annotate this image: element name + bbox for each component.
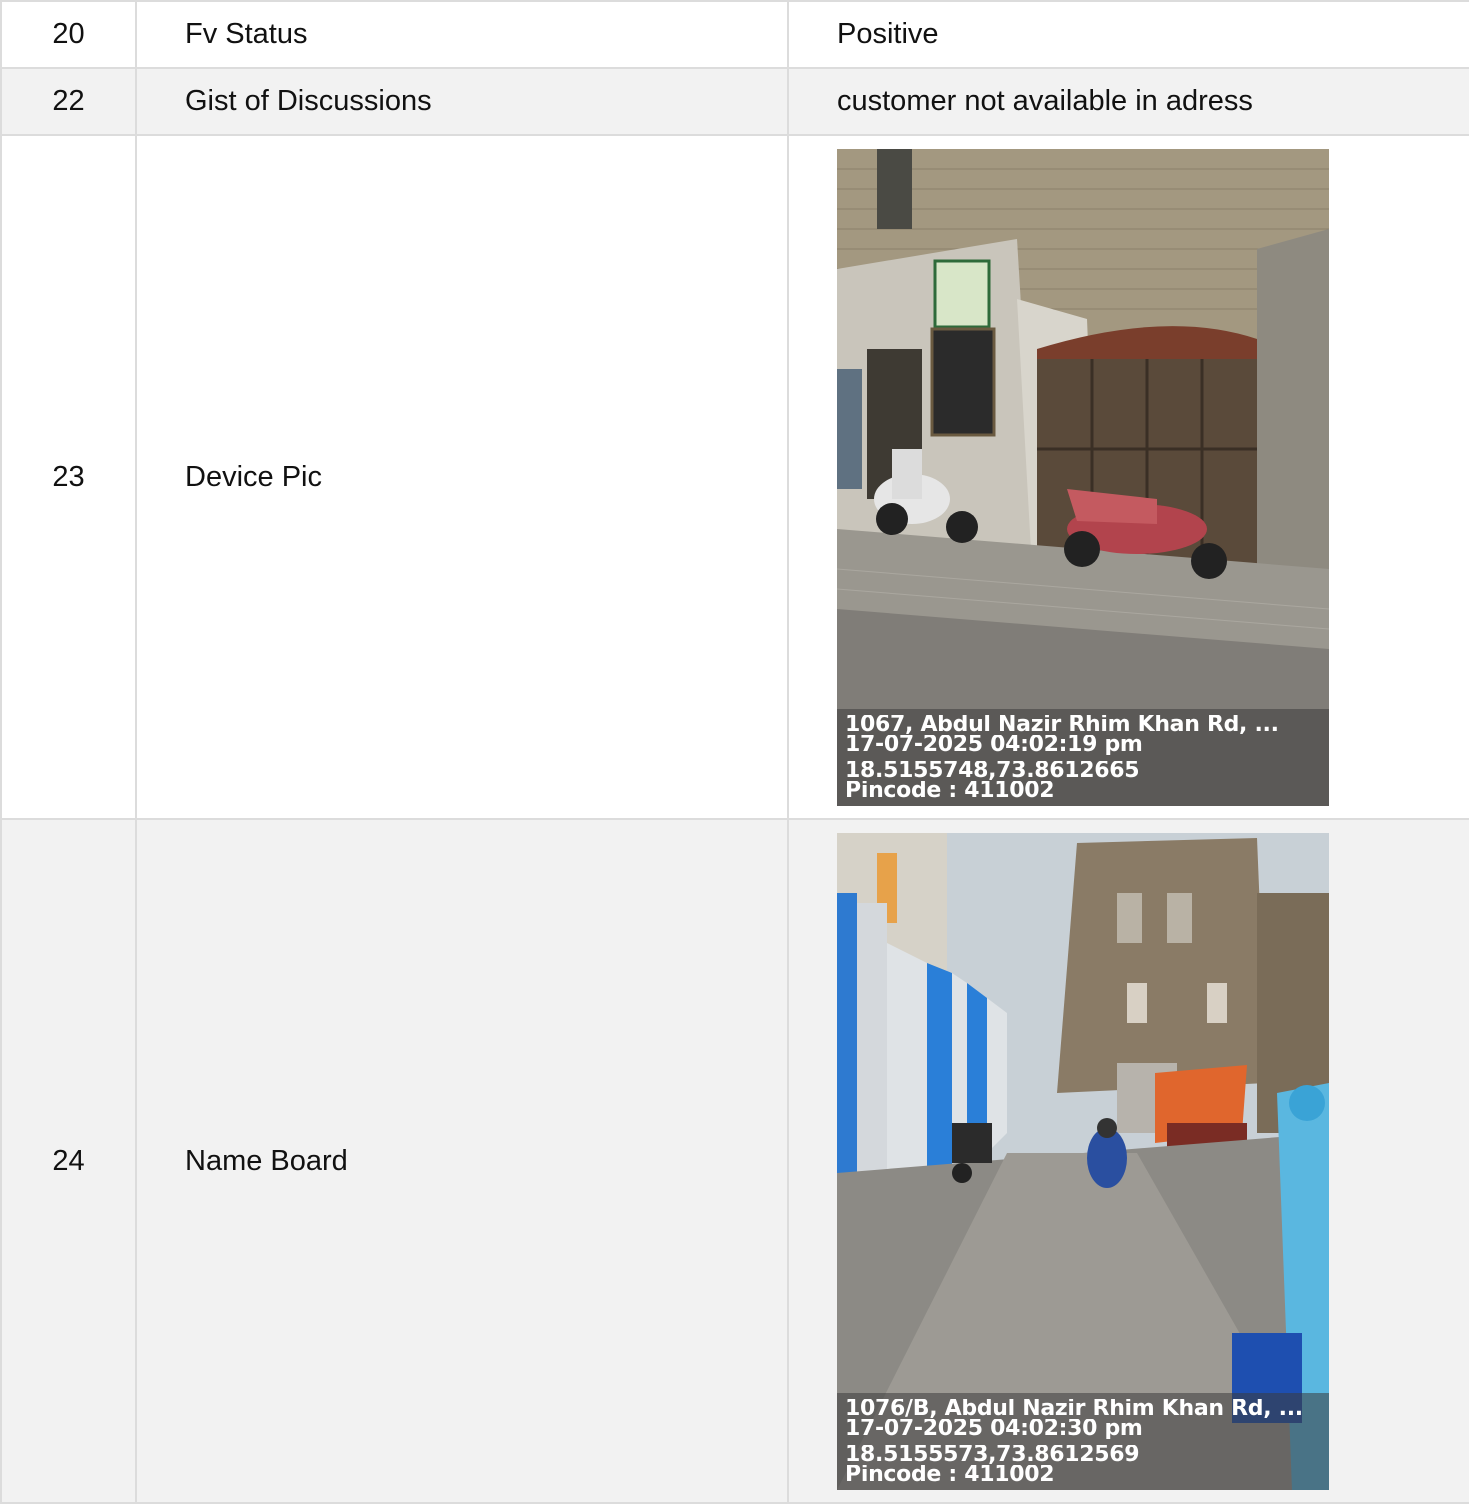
row-label: Device Pic [135, 134, 789, 820]
photo-coords: 18.5155748,73.8612665 [845, 760, 1140, 781]
row-label: Name Board [135, 818, 789, 1504]
photo-coords: 18.5155573,73.8612569 [845, 1444, 1140, 1465]
lane-street-image [837, 832, 1329, 1490]
row-value: Positive [787, 0, 1469, 69]
row-number: 24 [0, 818, 137, 1504]
row-label: Gist of Discussions [135, 67, 789, 136]
table-row-gist-of-discussions: 22 Gist of Discussions customer not avai… [0, 67, 1469, 136]
row-number: 23 [0, 134, 137, 820]
row-label: Fv Status [135, 0, 789, 69]
photo-pincode: Pincode : 411002 [845, 780, 1055, 801]
table-row-fv-status: 20 Fv Status Positive [0, 0, 1469, 69]
photo-pincode: Pincode : 411002 [845, 1464, 1055, 1485]
photo-datetime: 17-07-2025 04:02:19 pm [845, 734, 1143, 755]
photo-datetime: 17-07-2025 04:02:30 pm [845, 1418, 1143, 1439]
name-board-photo[interactable]: 1076/B, Abdul Nazir Rhim Khan Rd, ... 17… [837, 832, 1329, 1490]
geotag-stamp: 1067, Abdul Nazir Rhim Khan Rd, ... 17-0… [837, 708, 1329, 806]
table-row-name-board: 24 Name Board 1076/B, Abdul Nazir Rhim K… [0, 818, 1469, 1504]
table-row-device-pic: 23 Device Pic 1067, Abdul Nazir Rhim Kha… [0, 134, 1469, 820]
report-table: 20 Fv Status Positive 22 Gist of Discuss… [0, 0, 1469, 1504]
photo-cell: 1067, Abdul Nazir Rhim Khan Rd, ... 17-0… [787, 134, 1469, 820]
photo-cell: 1076/B, Abdul Nazir Rhim Khan Rd, ... 17… [787, 818, 1469, 1504]
photo-address: 1076/B, Abdul Nazir Rhim Khan Rd, ... [845, 1398, 1303, 1419]
photo-address: 1067, Abdul Nazir Rhim Khan Rd, ... [845, 714, 1279, 735]
row-number: 22 [0, 67, 137, 136]
device-photo[interactable]: 1067, Abdul Nazir Rhim Khan Rd, ... 17-0… [837, 148, 1329, 806]
row-number: 20 [0, 0, 137, 69]
row-value: customer not available in adress [787, 67, 1469, 136]
geotag-stamp: 1076/B, Abdul Nazir Rhim Khan Rd, ... 17… [837, 1392, 1329, 1490]
building-street-image [837, 148, 1329, 806]
